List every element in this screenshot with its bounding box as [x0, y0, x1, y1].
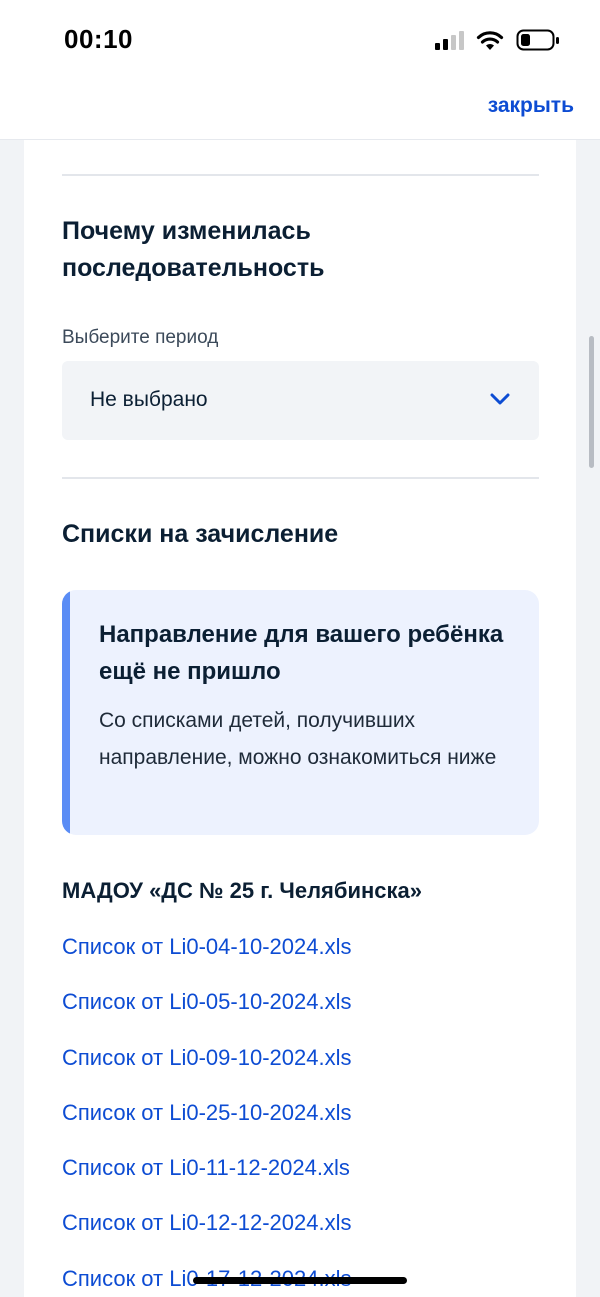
file-list: Список от Li0-04-10-2024.xls Список от L…	[62, 930, 351, 1297]
chevron-down-icon	[490, 393, 510, 405]
file-link[interactable]: Список от Li0-09-10-2024.xls	[62, 1041, 351, 1096]
info-notice: Направление для вашего ребёнка ещё не пр…	[62, 590, 539, 835]
sequence-section-title: Почему изменилась последовательность	[62, 217, 325, 282]
notice-accent-bar	[62, 590, 70, 835]
content-card: Почему изменилась последовательность Выб…	[24, 140, 576, 1297]
file-link[interactable]: Список от Li0-25-10-2024.xls	[62, 1096, 351, 1151]
enrollment-section-title: Списки на зачисление	[62, 520, 339, 548]
divider	[62, 477, 539, 479]
organization-name: МАДОУ «ДС № 25 г. Челябинска»	[62, 878, 423, 903]
divider	[62, 174, 539, 176]
wifi-icon	[476, 31, 504, 50]
period-select-value: Не выбрано	[90, 388, 208, 411]
status-icons	[434, 28, 560, 52]
battery-icon	[516, 29, 559, 51]
status-bar: 00:10	[0, 0, 600, 80]
top-bar: закрыть	[0, 80, 600, 140]
home-indicator[interactable]	[193, 1277, 407, 1284]
status-time: 00:10	[64, 24, 133, 54]
period-label: Выберите период	[62, 327, 219, 348]
file-link[interactable]: Список от Li0-04-10-2024.xls	[62, 930, 351, 985]
scrollbar[interactable]	[589, 336, 594, 468]
file-link[interactable]: Список от Li0-12-12-2024.xls	[62, 1206, 351, 1261]
signal-icon	[435, 31, 464, 50]
notice-title: Направление для вашего ребёнка ещё не пр…	[99, 621, 504, 685]
period-select[interactable]: Не выбрано	[62, 361, 539, 440]
close-button[interactable]: закрыть	[488, 94, 574, 118]
notice-text: Со списками детей, получивших направлени…	[99, 709, 497, 769]
file-link[interactable]: Список от Li0-05-10-2024.xls	[62, 985, 351, 1040]
file-link[interactable]: Список от Li0-11-12-2024.xls	[62, 1151, 351, 1206]
